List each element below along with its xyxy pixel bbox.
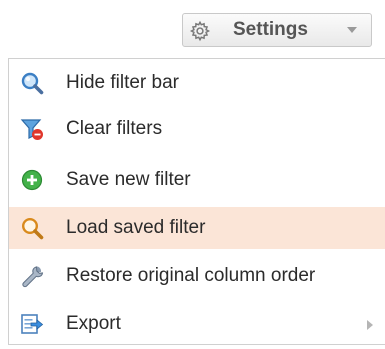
menu-item-clear-filters[interactable]: Clear filters: [9, 108, 385, 150]
menu-item-label: Load saved filter: [66, 217, 206, 238]
settings-label: Settings: [233, 19, 308, 40]
menu-item-label: Hide filter bar: [66, 72, 179, 93]
menu-item-restore-column-order[interactable]: Restore original column order: [9, 255, 385, 297]
menu-item-label: Save new filter: [66, 169, 191, 190]
menu-item-load-saved-filter[interactable]: Load saved filter: [9, 207, 385, 249]
gear-icon: [189, 20, 211, 42]
settings-menu: Hide filter bar Clear filters Save new f…: [8, 58, 385, 345]
caret-down-icon: [347, 27, 357, 33]
chevron-right-icon: [367, 320, 373, 330]
menu-item-save-new-filter[interactable]: Save new filter: [9, 159, 385, 201]
filter-clear-icon: [20, 119, 43, 140]
menu-item-hide-filter-bar[interactable]: Hide filter bar: [9, 62, 385, 104]
plus-circle-icon: [21, 169, 43, 191]
export-icon: [21, 314, 44, 334]
search-icon: [21, 217, 44, 240]
menu-item-label: Clear filters: [66, 118, 163, 139]
wrench-icon: [22, 266, 44, 288]
menu-item-label: Restore original column order: [66, 265, 316, 286]
menu-item-label: Export: [66, 313, 121, 334]
magnifier-icon: [21, 72, 44, 95]
menu-item-export[interactable]: Export: [9, 303, 385, 345]
settings-button[interactable]: Settings: [182, 13, 372, 47]
